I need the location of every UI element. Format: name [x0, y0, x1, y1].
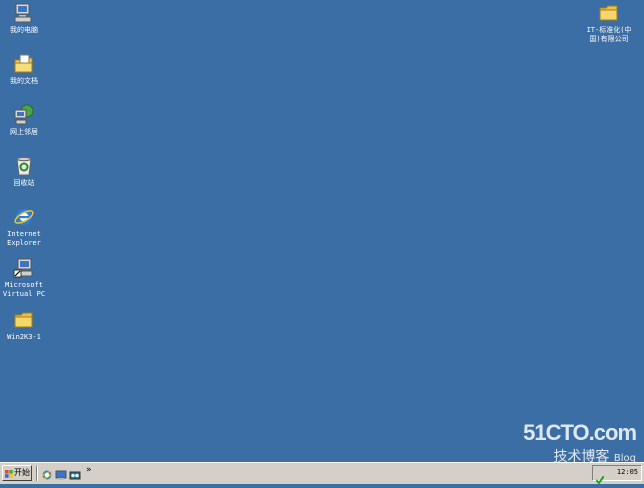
desktop-icon-win2k3-folder[interactable]: Win2K3-1: [0, 309, 56, 342]
network-places-icon: [13, 104, 35, 126]
my-documents-icon: [13, 53, 35, 75]
quick-launch-media-icon[interactable]: [69, 466, 81, 480]
desktop-icon-label: Win2K3-1: [7, 333, 41, 341]
desktop-icon-label: 网上邻居: [10, 128, 38, 136]
clock[interactable]: 12:05: [617, 468, 638, 476]
desktop-icon-label: Microsoft Virtual PC: [2, 281, 46, 298]
desktop-icon-label: 我的文档: [10, 77, 38, 85]
desktop-icon-label: 我的电脑: [10, 26, 38, 34]
quick-launch-desktop-icon[interactable]: [55, 466, 67, 480]
tray-green-icon[interactable]: [595, 469, 605, 485]
watermark-brand: 51CTO.com: [523, 420, 637, 445]
desktop-icon-internet-explorer[interactable]: Internet Explorer: [0, 206, 56, 248]
desktop-icon-my-computer[interactable]: 我的电脑: [0, 2, 56, 35]
quick-launch-separator: [36, 466, 38, 481]
desktop-icon-label: IT-标准化(中 国)有限公司: [586, 26, 632, 43]
desktop: 我的电脑 我的文档 网上邻居 回收站 Internet Explorer Mic…: [0, 0, 644, 465]
desktop-icon-virtual-pc[interactable]: Microsoft Virtual PC: [0, 257, 56, 299]
folder-icon: [13, 309, 35, 331]
system-tray: 12:05: [592, 465, 642, 485]
watermark: 51CTO.com 技术博客 Blog: [523, 420, 637, 466]
folder-icon: [598, 2, 620, 24]
internet-explorer-icon: [13, 206, 35, 228]
windows-logo-icon: [5, 469, 13, 478]
desktop-icon-it-folder[interactable]: IT-标准化(中 国)有限公司: [577, 2, 641, 44]
start-label: 开始: [14, 468, 30, 477]
desktop-icon-network-places[interactable]: 网上邻居: [0, 104, 56, 137]
quick-launch-chevron[interactable]: »: [86, 465, 92, 475]
start-button[interactable]: 开始: [2, 465, 32, 481]
taskbar: 开始 » 12:05: [0, 462, 644, 485]
desktop-icon-recycle-bin[interactable]: 回收站: [0, 155, 56, 188]
my-computer-icon: [13, 2, 35, 24]
desktop-icon-my-documents[interactable]: 我的文档: [0, 53, 56, 86]
virtual-pc-icon: [13, 257, 35, 279]
desktop-icon-label: 回收站: [13, 179, 35, 187]
quick-launch-ie-icon[interactable]: [41, 466, 53, 480]
recycle-bin-icon: [13, 155, 35, 177]
desktop-icon-label: Internet Explorer: [7, 230, 41, 247]
